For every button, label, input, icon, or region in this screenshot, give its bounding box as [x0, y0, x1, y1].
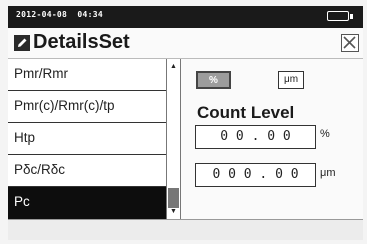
percent-value-field[interactable]: 0 0 . 0 0 [195, 125, 316, 149]
triangle-down-icon[interactable]: ▼ [168, 206, 179, 217]
scroll-thumb[interactable] [168, 188, 179, 208]
list-item-pc[interactable]: Pc [8, 187, 166, 219]
battery-tip [350, 14, 353, 19]
list-item-pmr-c-rmr-c-tp[interactable]: Pmr(c)/Rmr(c)/tp [8, 91, 166, 123]
micron-value-field[interactable]: 0 0 0 . 0 0 [195, 163, 316, 187]
unit-micron-button[interactable]: μm [278, 71, 304, 89]
title-bar: DetailsSet [8, 28, 363, 59]
battery-icon [327, 11, 349, 21]
unit-percent-button[interactable]: % [196, 71, 231, 89]
micron-unit-label: μm [320, 167, 336, 179]
edit-icon [14, 35, 30, 51]
list-item-pdc-rdc[interactable]: Pδc/Rδc [8, 155, 166, 187]
page-title: DetailsSet [33, 31, 130, 53]
device-screen: 2012-04-08 04:34 DetailsSet Pmr/Rmr Pmr(… [8, 6, 363, 240]
settings-panel: % μm Count Level 0 0 . 0 0 % 0 0 0 . 0 0… [181, 59, 363, 219]
parameter-list: Pmr/Rmr Pmr(c)/Rmr(c)/tp Htp Pδc/Rδc Pc [8, 59, 167, 219]
list-item-htp[interactable]: Htp [8, 123, 166, 155]
footer-bar [8, 219, 363, 240]
close-icon [343, 36, 356, 49]
list-scrollbar[interactable]: ▲ ▼ [166, 59, 181, 219]
status-datetime: 2012-04-08 04:34 [16, 10, 103, 19]
close-button[interactable] [341, 34, 359, 52]
count-level-heading: Count Level [197, 103, 295, 122]
status-bar: 2012-04-08 04:34 [8, 6, 363, 28]
triangle-up-icon[interactable]: ▲ [168, 61, 179, 72]
percent-unit-label: % [320, 128, 330, 140]
list-item-pmr-rmr[interactable]: Pmr/Rmr [8, 59, 166, 91]
